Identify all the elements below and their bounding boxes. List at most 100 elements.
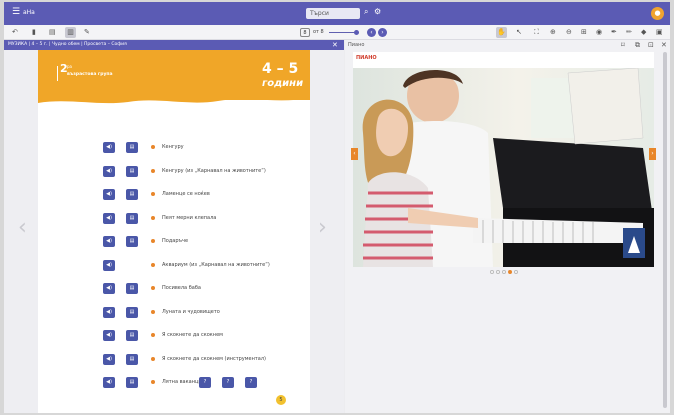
- media-panel: Пиано ⌑ ⧉ ⊡ ✕ ПИАНО ‹ ›: [345, 40, 670, 413]
- list-item: ◀) ▤ Ламенце се ноќев: [103, 189, 303, 200]
- search-input[interactable]: Търси: [306, 8, 360, 19]
- quiz-icon[interactable]: ?: [222, 377, 234, 388]
- close-icon[interactable]: ✕: [661, 40, 667, 50]
- track-label[interactable]: Ламенце се ноќев: [162, 191, 210, 198]
- avatar[interactable]: ●: [651, 7, 664, 20]
- next-page-button[interactable]: ›: [378, 28, 387, 37]
- carousel-dot[interactable]: [508, 270, 512, 274]
- sheet-music-icon[interactable]: ▤: [126, 306, 138, 318]
- sheet-music-icon[interactable]: ▤: [126, 236, 138, 247]
- sheet-music-icon[interactable]: ▤: [126, 377, 138, 388]
- list-item: ◀) ▤ Луната и чудовището: [103, 306, 303, 318]
- banner-wave: [38, 92, 310, 104]
- eraser-icon[interactable]: ◆: [641, 28, 646, 37]
- age-range: 4 – 5: [262, 61, 299, 77]
- trash-icon[interactable]: ▮: [32, 28, 36, 37]
- list-item: ◀) ▤ Кенгуру: [103, 142, 303, 153]
- page-number-input[interactable]: 8: [300, 28, 310, 37]
- group-name: възрастова група: [67, 72, 113, 77]
- popout-icon[interactable]: ⊡: [648, 40, 654, 50]
- list-item: ◀) ▤ Посивела баба: [103, 283, 303, 294]
- next-spread-icon[interactable]: ›: [318, 216, 327, 240]
- zoom-out-icon[interactable]: ⊖: [566, 28, 572, 37]
- audio-play-icon[interactable]: ◀): [103, 330, 115, 341]
- bullet-icon: [151, 309, 155, 314]
- track-label[interactable]: Кенгуру: [162, 144, 184, 151]
- bullet-icon: [151, 215, 155, 220]
- carousel-dot[interactable]: [496, 270, 500, 274]
- audio-play-icon[interactable]: ◀): [103, 306, 115, 318]
- bullet-icon: [151, 262, 155, 267]
- hand-icon[interactable]: ✋: [496, 27, 507, 38]
- carousel-dot[interactable]: [514, 270, 518, 274]
- pointer-icon[interactable]: ↖: [516, 28, 522, 37]
- double-page-icon[interactable]: ▥: [65, 27, 76, 38]
- sheet-music-icon[interactable]: ▤: [126, 189, 138, 200]
- track-label[interactable]: Аквариум (из „Карнавал на животните“): [162, 262, 270, 269]
- sheet-music-icon[interactable]: ▤: [126, 330, 138, 341]
- audio-play-icon[interactable]: ◀): [103, 236, 115, 247]
- eye-icon[interactable]: ◉: [596, 28, 602, 37]
- media-title: ПИАНО: [356, 55, 377, 61]
- carousel-prev-button[interactable]: ‹: [351, 148, 358, 160]
- track-label[interactable]: Кенгуру (из „Карнавал на животните“): [162, 168, 266, 175]
- sheet-music-icon[interactable]: ▤: [126, 353, 138, 365]
- list-item: ◀) ▤ Пеят мерни клепала: [103, 212, 303, 224]
- bullet-icon: [151, 356, 155, 361]
- carousel-dot[interactable]: [490, 270, 494, 274]
- list-item: ◀) ▤ Кенгуру (из „Карнавал на животните“): [103, 165, 303, 177]
- bullet-icon: [151, 192, 155, 196]
- track-label[interactable]: Пеят мерни клепала: [162, 215, 216, 222]
- close-icon[interactable]: ✕: [332, 40, 338, 50]
- page-number-badge: 5: [276, 395, 286, 405]
- audio-play-icon[interactable]: ◀): [103, 189, 115, 200]
- audio-play-icon[interactable]: ◀): [103, 377, 115, 388]
- audio-play-icon[interactable]: ◀): [103, 353, 115, 365]
- prev-spread-icon[interactable]: ‹: [18, 216, 27, 240]
- zoom-slider-handle[interactable]: [354, 30, 359, 35]
- search-icon[interactable]: ⌕: [364, 7, 368, 17]
- media-panel-title: Пиано: [348, 42, 365, 48]
- edit-icon[interactable]: ✎: [84, 28, 90, 37]
- sheet-music-icon[interactable]: ▤: [126, 212, 138, 224]
- single-page-icon[interactable]: ▤: [49, 28, 56, 37]
- track-label[interactable]: Луната и чудовището: [162, 309, 220, 316]
- fullscreen-icon[interactable]: ⊞: [581, 28, 587, 37]
- audio-play-icon[interactable]: ◀): [103, 283, 115, 294]
- track-label[interactable]: Я скокнете да скокнем (инструментал): [162, 356, 266, 363]
- carousel-dot[interactable]: [502, 270, 506, 274]
- book-title: МУЗИКА | 4 – 5 г. | Чудно обем | Просвет…: [8, 42, 127, 47]
- media-card: ПИАНО ‹ ›: [351, 52, 656, 267]
- audio-play-icon[interactable]: ◀): [103, 259, 115, 271]
- bookmark-icon[interactable]: ⌑: [621, 40, 625, 50]
- quiz-icon[interactable]: ?: [245, 377, 257, 388]
- fit-icon[interactable]: ⛶: [534, 28, 539, 37]
- export-icon[interactable]: ⧉: [635, 40, 640, 50]
- prev-page-button[interactable]: ‹: [367, 28, 376, 37]
- grade-suffix: ра: [67, 64, 72, 69]
- audio-play-icon[interactable]: ◀): [103, 142, 115, 153]
- grade-divider: [57, 66, 58, 81]
- bullet-icon: [151, 145, 155, 149]
- pen-icon[interactable]: ✒: [611, 28, 617, 37]
- undo-icon[interactable]: ↶: [12, 28, 18, 37]
- sheet-music-icon[interactable]: ▤: [126, 142, 138, 153]
- audio-play-icon[interactable]: ◀): [103, 165, 115, 177]
- hamburger-menu-icon[interactable]: ☰ аНа: [12, 7, 35, 17]
- toolbar: ↶ ▮ ▤ ▥ ✎ 8 от 8 ‹ › ✋ ↖ ⛶ ⊕ ⊖ ⊞ ◉ ✒ ✏ ◆…: [4, 25, 670, 40]
- track-label[interactable]: Подаръче: [162, 238, 188, 245]
- zoom-in-icon[interactable]: ⊕: [550, 28, 556, 37]
- quiz-icon[interactable]: ?: [199, 377, 211, 388]
- book-page: 2 ра възрастова група 4 – 5 години ◀) ▤ Ке…: [38, 50, 310, 413]
- gear-icon[interactable]: ⚙: [374, 7, 381, 16]
- track-label[interactable]: Я скокнете да скокнем: [162, 332, 223, 339]
- track-label[interactable]: Посивела баба: [162, 285, 201, 292]
- save-icon[interactable]: ▣: [656, 28, 663, 37]
- audio-play-icon[interactable]: ◀): [103, 212, 115, 224]
- sheet-music-icon[interactable]: ▤: [126, 165, 138, 177]
- carousel-next-button[interactable]: ›: [649, 148, 656, 160]
- bullet-icon: [151, 333, 155, 337]
- scrollbar[interactable]: [663, 52, 667, 408]
- sheet-music-icon[interactable]: ▤: [126, 283, 138, 294]
- pencil-icon[interactable]: ✏: [626, 28, 632, 37]
